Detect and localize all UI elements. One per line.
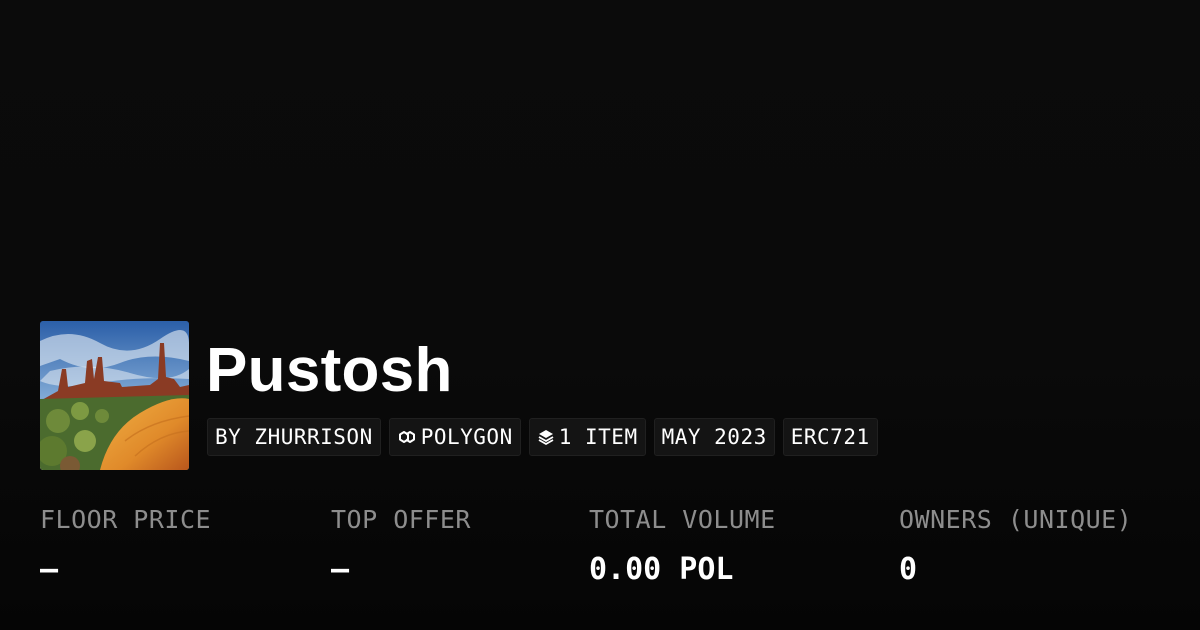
badge-row: BY ZHURRISON POLYGON 1 ITEM MAY 2023 ERC… <box>207 418 878 456</box>
layers-icon <box>537 428 555 446</box>
items-badge[interactable]: 1 ITEM <box>528 418 646 456</box>
polygon-icon <box>397 427 417 447</box>
desert-landscape-image <box>40 321 189 470</box>
stat-floor-price: FLOOR PRICE – <box>40 505 211 587</box>
stat-value: – <box>331 552 350 587</box>
stat-label: OWNERS (UNIQUE) <box>899 505 1133 534</box>
stats-row: FLOOR PRICE – TOP OFFER – TOTAL VOLUME 0… <box>0 505 1200 605</box>
date-label: MAY 2023 <box>661 425 767 449</box>
stat-label: FLOOR PRICE <box>40 505 212 534</box>
creator-label: BY ZHURRISON <box>215 425 373 449</box>
date-badge: MAY 2023 <box>653 418 775 456</box>
stat-top-offer: TOP OFFER – <box>331 505 471 587</box>
stat-value: – <box>40 552 59 587</box>
stat-owners: OWNERS (UNIQUE) 0 <box>899 505 1132 587</box>
collection-title: Pustosh <box>206 336 453 405</box>
stat-label: TOP OFFER <box>331 505 471 534</box>
collection-avatar[interactable] <box>40 321 189 470</box>
standard-badge: ERC721 <box>782 418 878 456</box>
items-label: 1 ITEM <box>558 425 638 449</box>
stat-value: 0 <box>899 552 918 587</box>
stat-total-volume: TOTAL VOLUME 0.00 POL <box>589 505 776 587</box>
creator-badge[interactable]: BY ZHURRISON <box>207 418 381 456</box>
chain-label: POLYGON <box>420 425 513 449</box>
stat-label: TOTAL VOLUME <box>589 505 776 534</box>
collection-header: Pustosh BY ZHURRISON POLYGON 1 ITEM MAY … <box>40 321 878 470</box>
standard-label: ERC721 <box>790 425 870 449</box>
stat-value: 0.00 POL <box>589 552 734 587</box>
chain-badge[interactable]: POLYGON <box>388 418 521 456</box>
